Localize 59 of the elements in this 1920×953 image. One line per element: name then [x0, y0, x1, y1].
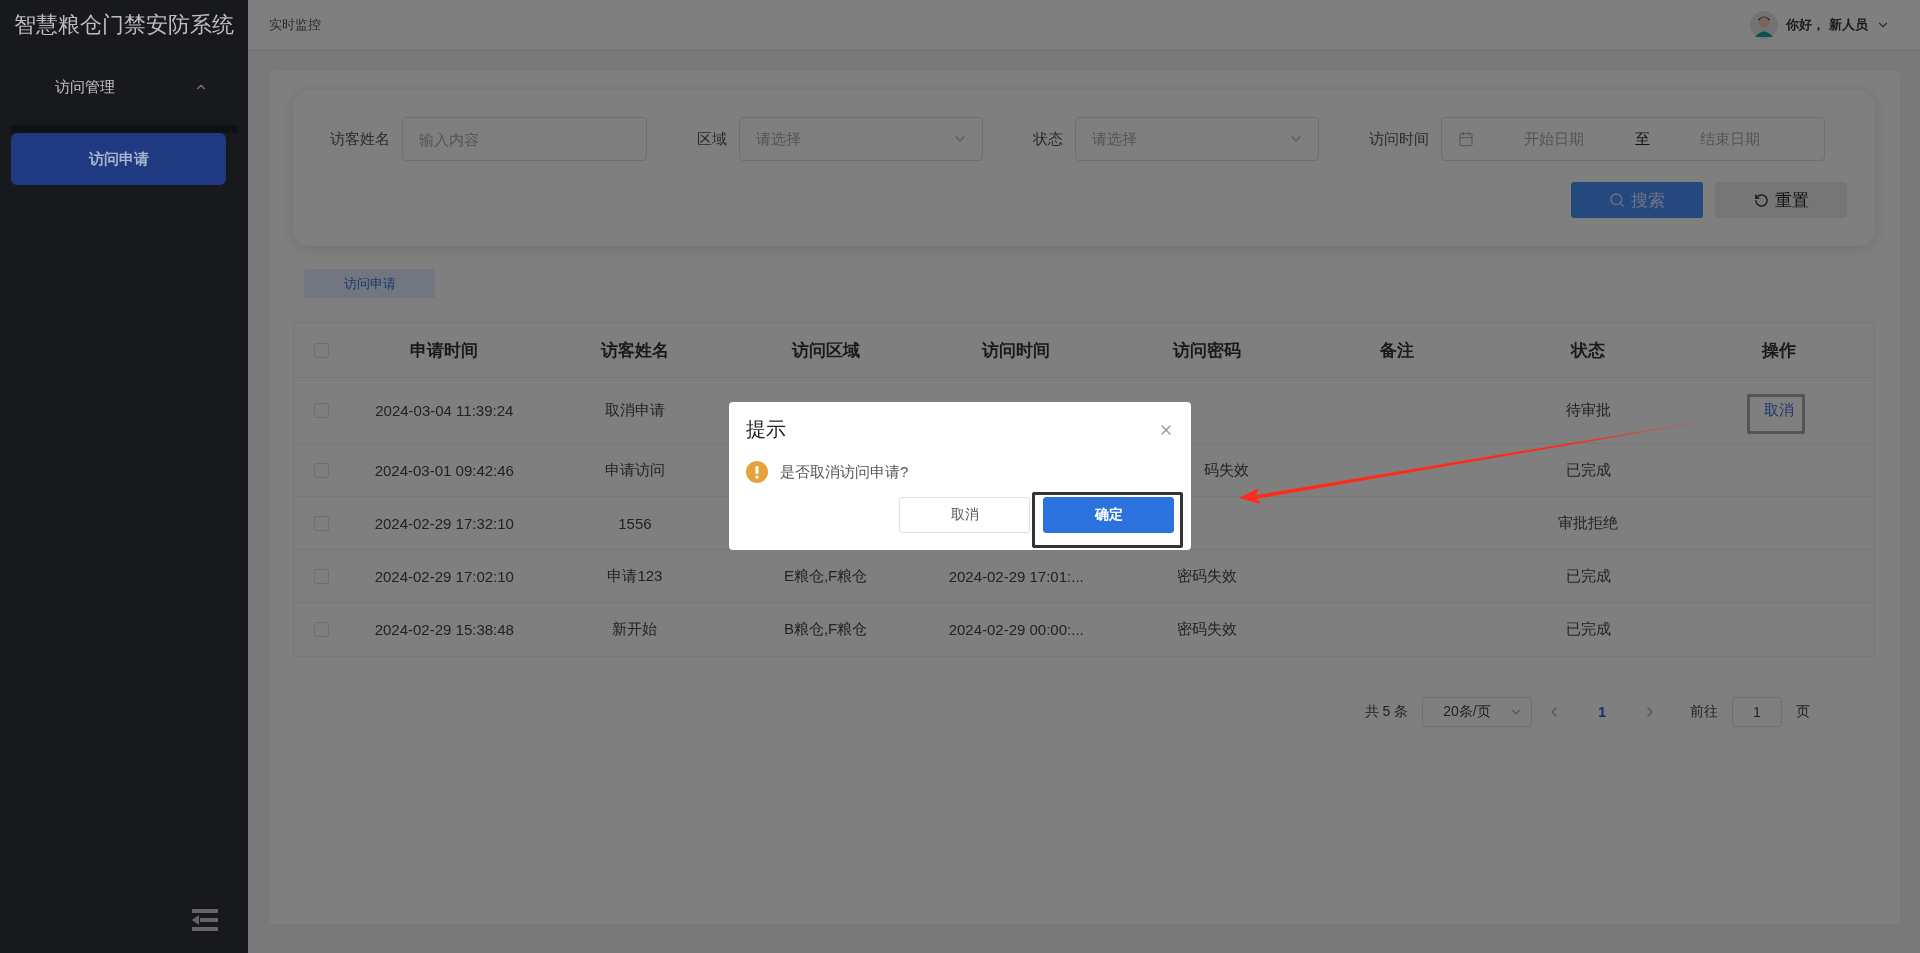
page-number[interactable]: 1	[1576, 704, 1628, 720]
table-cell-text: 取消申请	[603, 401, 666, 420]
table-cell-text: 已完成	[1564, 460, 1612, 480]
confirm-button[interactable]: 确定	[1043, 497, 1174, 533]
user-greeting[interactable]: 你好， 新人员	[1786, 15, 1868, 34]
column-header: 备注	[1379, 339, 1416, 362]
table-cell-text: 审批拒绝	[1557, 513, 1620, 533]
table-cell-text: 2024-02-29 17:32:10	[373, 514, 515, 532]
app-title: 智慧粮仓门禁安防系统	[13, 10, 235, 39]
breadcrumb[interactable]: 实时监控	[269, 15, 321, 34]
menu-item[interactable]: 访问申请	[11, 133, 226, 185]
page-suffix: 页	[1796, 703, 1810, 721]
table-cell-text: 密码失效	[1175, 566, 1238, 586]
avatar-icon	[1750, 10, 1779, 39]
table-cell-text: E粮仓,F粮仓	[782, 566, 869, 586]
filter-label: 状态	[1033, 129, 1063, 149]
table-cell-text: 新开始	[611, 620, 659, 639]
column-header: 访问时间	[980, 339, 1052, 362]
reset-icon	[1753, 192, 1769, 208]
collapse-menu-icon[interactable]	[192, 909, 218, 931]
dialog-title: 提示	[746, 417, 786, 442]
highlight-frame	[1747, 394, 1805, 434]
table-cell-text: 2024-02-29 15:38:48	[373, 621, 515, 638]
goto-label: 前往	[1690, 703, 1718, 721]
table-cell-text: 2024-02-29 17:01:...	[947, 567, 1085, 585]
table-cell-text: B粮仓,F粮仓	[782, 620, 869, 639]
column-header: 申请时间	[409, 339, 480, 362]
reset-button[interactable]: 重置	[1715, 182, 1847, 218]
column-header: 访客姓名	[599, 339, 670, 362]
page-size-select[interactable]: 20条/页	[1422, 697, 1533, 727]
column-header: 状态	[1569, 339, 1607, 362]
cancel-button[interactable]: 取消	[899, 497, 1030, 533]
calendar-icon	[1458, 131, 1474, 147]
tab[interactable]: 访问申请	[304, 269, 435, 298]
total-count: 共 5 条	[1364, 703, 1409, 721]
filter-label: 访客姓名	[330, 129, 390, 149]
page-input[interactable]: 1	[1732, 697, 1782, 727]
column-header: 访问区域	[790, 339, 861, 362]
filter-label: 区域	[697, 129, 727, 149]
table-cell-text: 已完成	[1564, 566, 1612, 586]
table-cell-text: 申请访问	[603, 460, 666, 480]
table-cell-text: 2024-02-29 17:02:10	[373, 567, 515, 585]
table-cell-text: 2024-03-04 11:39:24	[374, 402, 515, 419]
table-cell-text: 待审批	[1564, 401, 1612, 420]
menu-group[interactable]: 访问管理	[0, 49, 248, 125]
filter-label: 访问时间	[1369, 129, 1429, 149]
column-header: 操作	[1760, 339, 1797, 362]
search-icon	[1609, 192, 1625, 208]
table-cell-text: 1556	[617, 514, 653, 532]
dialog-message: 是否取消访问申请?	[780, 462, 909, 482]
column-header: 访问密码	[1171, 339, 1242, 362]
table-cell-text: 密码失效	[1175, 620, 1238, 639]
table-cell-text: 2024-02-29 00:00:...	[947, 621, 1085, 638]
table-cell-text: 码失效	[1203, 460, 1251, 480]
warning-icon	[746, 461, 768, 483]
cancel-link[interactable]: 取消	[1751, 391, 1806, 430]
table-cell-text: 已完成	[1564, 620, 1612, 639]
table-cell-text: 申请123	[606, 566, 664, 586]
table-cell-text: 2024-03-01 09:42:46	[373, 461, 515, 479]
